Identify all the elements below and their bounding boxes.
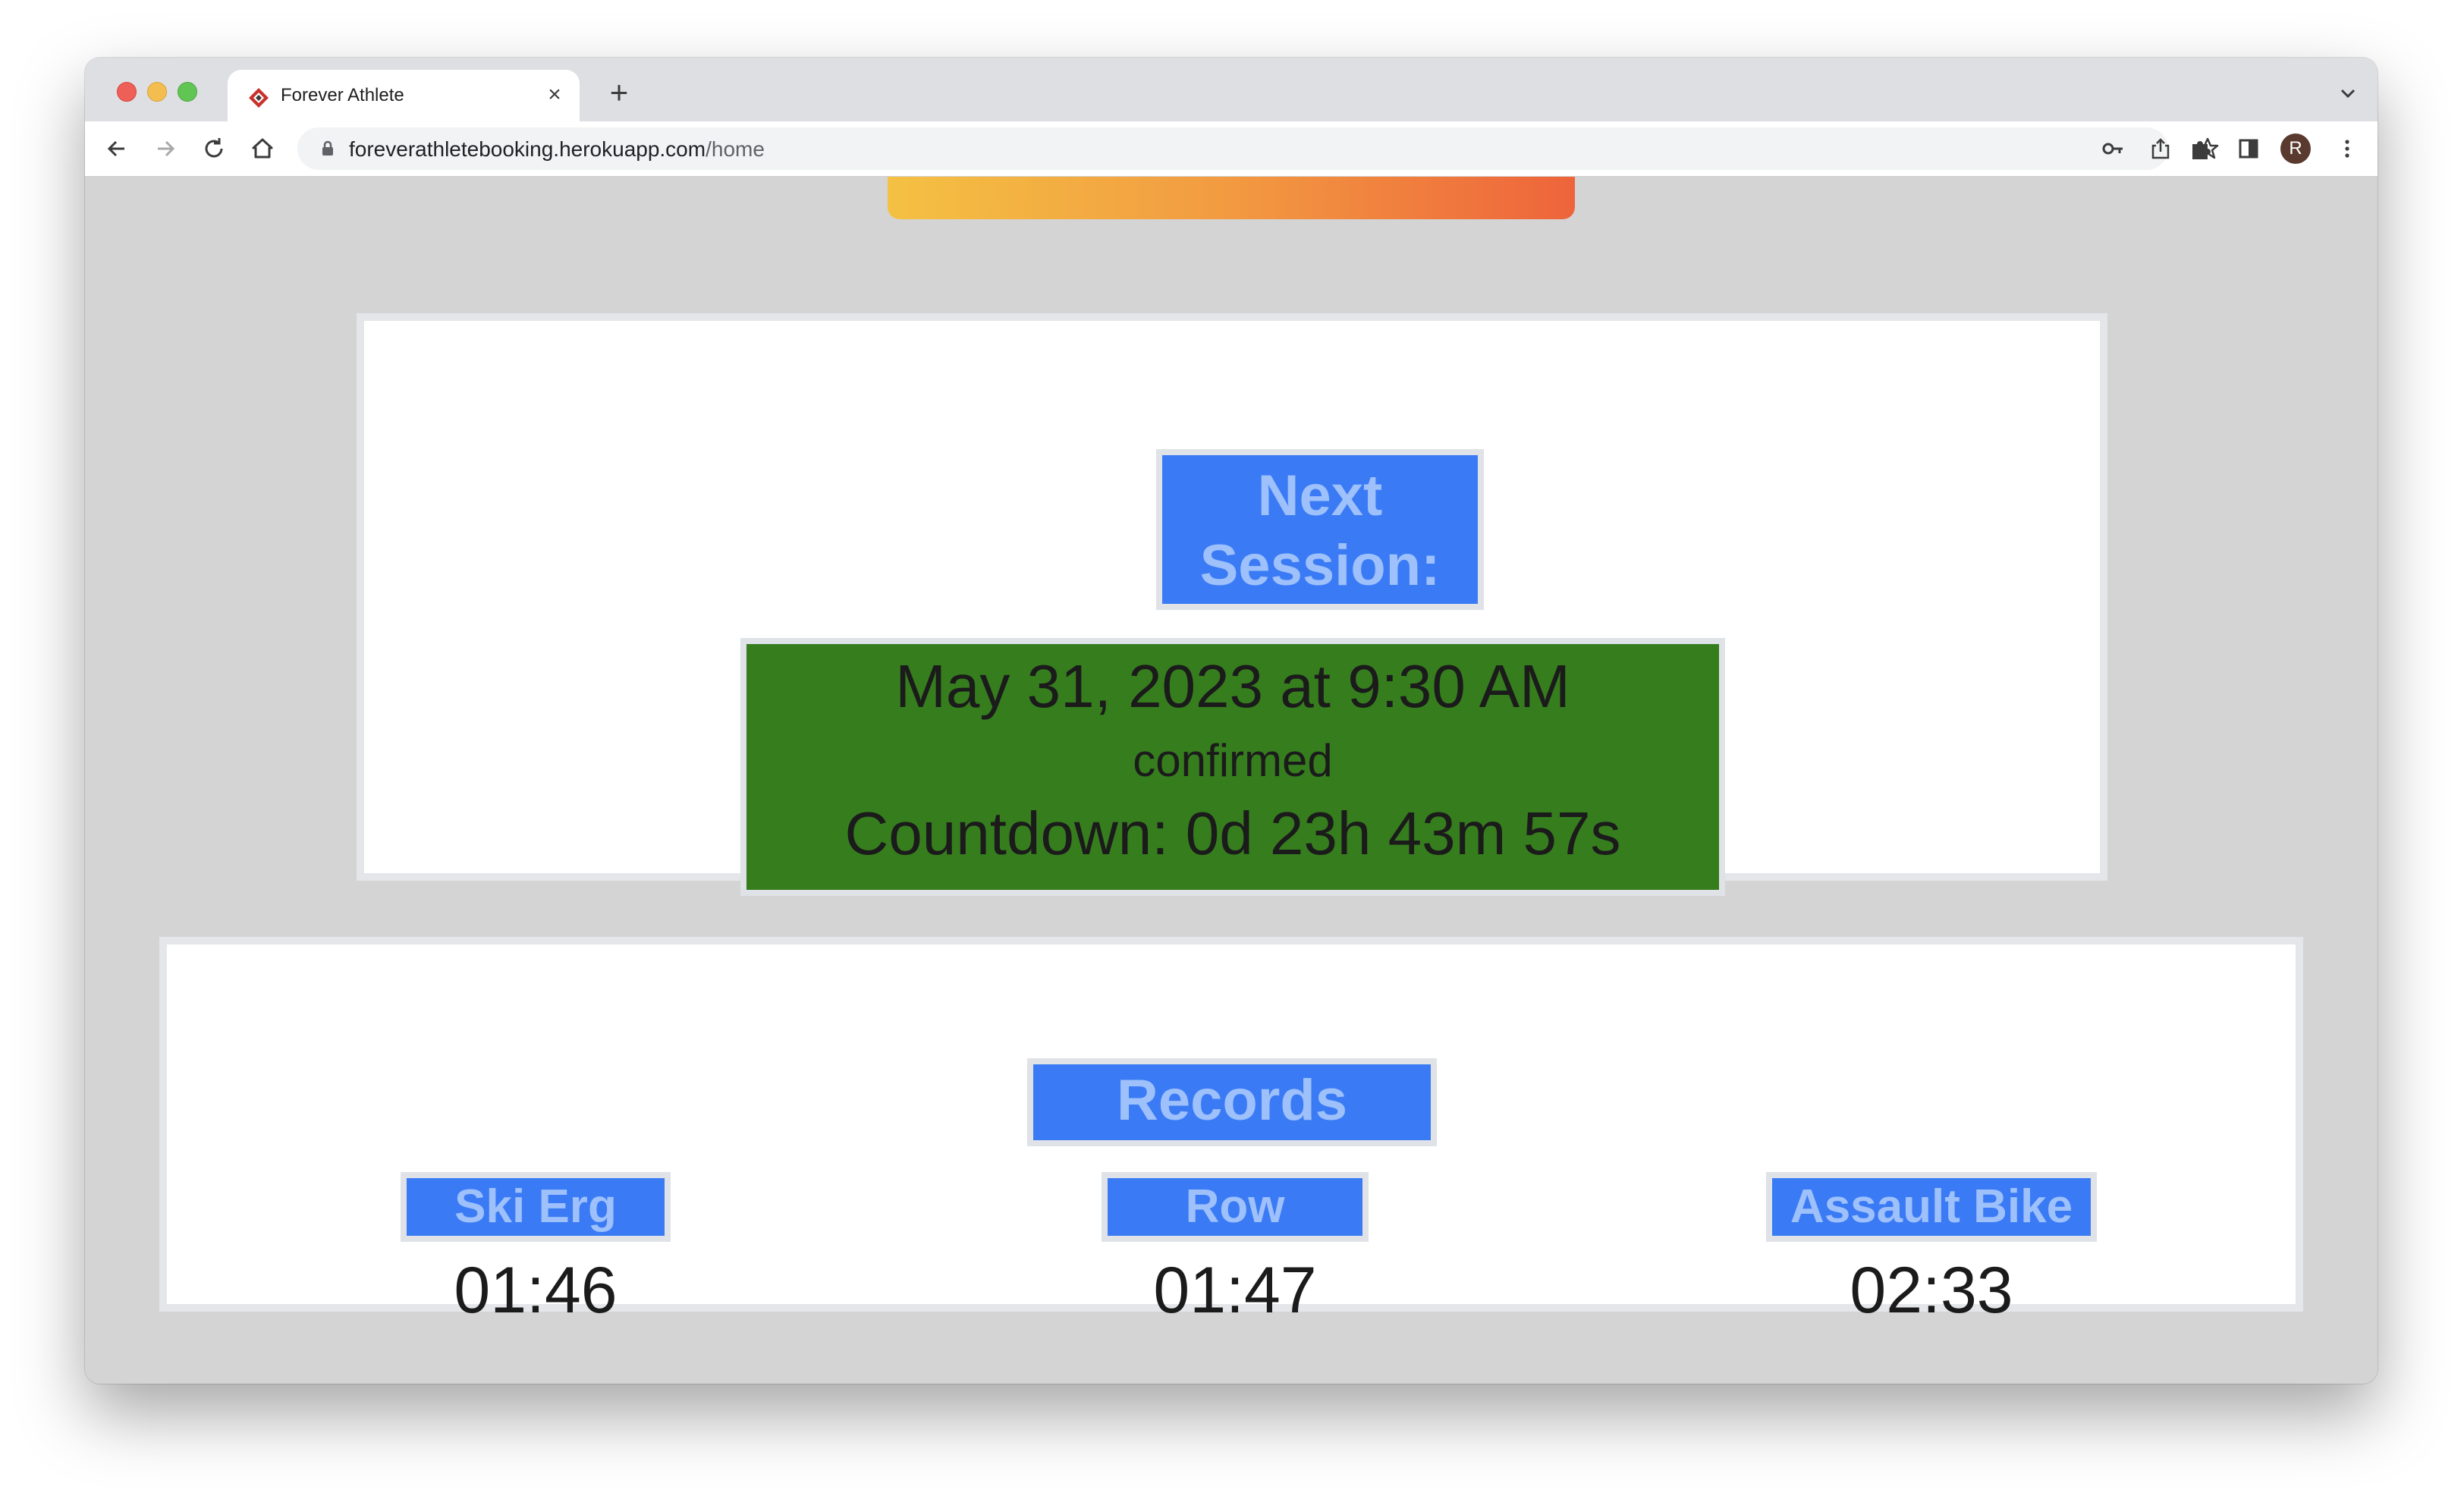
record-value-assault-bike: 02:33 (1850, 1254, 2013, 1327)
chevron-down-icon[interactable] (2335, 80, 2361, 106)
url-text[interactable]: foreverathletebooking.herokuapp.com/home (349, 137, 765, 162)
reload-icon[interactable] (199, 134, 229, 164)
extensions-puzzle-icon[interactable] (2185, 134, 2215, 164)
side-panel-icon[interactable] (2233, 134, 2264, 164)
share-icon[interactable] (2147, 135, 2174, 162)
record-label-ski-erg: Ski Erg (401, 1172, 671, 1242)
next-session-heading: Next Session: (1156, 449, 1484, 610)
tab-title: Forever Athlete (281, 85, 404, 105)
maximize-window-button[interactable] (178, 82, 197, 102)
home-icon[interactable] (247, 134, 278, 164)
browser-tab[interactable]: Forever Athlete × (228, 70, 580, 121)
browser-toolbar: foreverathletebooking.herokuapp.com/home… (85, 121, 2378, 177)
session-date: May 31, 2023 at 9:30 AM (895, 652, 1570, 720)
back-arrow-icon[interactable] (102, 134, 132, 164)
browser-window: Forever Athlete × + foreverathletebookin… (85, 58, 2378, 1384)
record-value-row: 01:47 (1153, 1254, 1317, 1327)
records-heading: Records (1027, 1058, 1437, 1146)
new-tab-icon[interactable]: + (604, 77, 634, 108)
header-banner (888, 177, 1575, 219)
record-label-assault-bike: Assault Bike (1766, 1172, 2097, 1242)
address-bar[interactable]: foreverathletebooking.herokuapp.com/home (297, 127, 2219, 170)
minimize-window-button[interactable] (147, 82, 167, 102)
lock-icon (322, 140, 333, 156)
session-details-box: May 31, 2023 at 9:30 AM confirmed Countd… (740, 638, 1725, 896)
record-label-row: Row (1102, 1172, 1369, 1242)
page-content: Next Session: May 31, 2023 at 9:30 AM co… (85, 177, 2378, 1384)
close-window-button[interactable] (117, 82, 137, 102)
key-icon[interactable] (2100, 135, 2127, 162)
forever-athlete-favicon-icon (249, 88, 269, 108)
more-menu-icon[interactable] (2332, 134, 2362, 164)
record-value-ski-erg: 01:46 (454, 1254, 618, 1327)
session-status: confirmed (1133, 735, 1333, 786)
profile-avatar[interactable]: R (2280, 134, 2311, 164)
close-tab-icon[interactable]: × (542, 82, 567, 108)
forward-arrow-icon[interactable] (150, 134, 181, 164)
tab-strip: Forever Athlete × + (85, 58, 2378, 121)
session-countdown: Countdown: 0d 23h 43m 57s (844, 800, 1621, 867)
